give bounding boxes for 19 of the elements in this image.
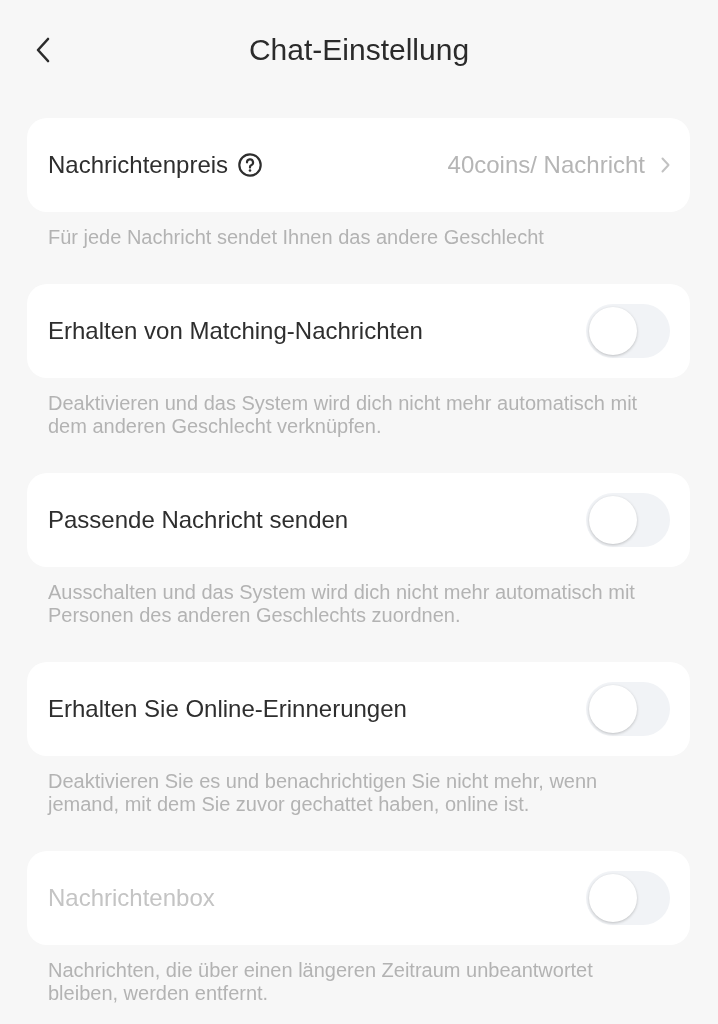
help-icon[interactable]: [238, 153, 263, 177]
setting-description: Deaktivieren Sie es und benachrichtigen Sie nicht mehr, wenn jemand, mit dem Sie zuvor gechattet haben, online ist.: [46, 768, 599, 817]
setting-label: Nachrichtenbox: [48, 883, 215, 912]
setting-value: 40coins/ Nachricht: [447, 151, 645, 179]
setting-description: Ausschalten und das System wird dich nicht mehr automatisch mit Personen des anderen Geschlechts zuordnen.: [47, 579, 636, 628]
chevron-right-icon: [661, 157, 670, 173]
setting-description: Für jede Nachricht sendet Ihnen das andere Geschlecht: [47, 225, 545, 250]
setting-description: Deaktivieren und das System wird dich nicht mehr automatisch mit dem anderen Geschlecht verknüpfen.: [47, 390, 639, 439]
settings-card[interactable]: Nachrichtenpreis 40coins/ Nachricht: [27, 118, 690, 212]
setting-label: Erhalten Sie Online-Erinnerungen: [48, 694, 407, 723]
setting-label: Passende Nachricht senden: [48, 505, 349, 534]
chevron-left-icon: [36, 37, 50, 63]
setting-description: Nachrichten, die über einen längeren Zeitraum unbeantwortet bleiben, werden entfernt.: [47, 957, 594, 1006]
setting-label: Erhalten von Matching-Nachrichten: [48, 316, 423, 345]
settings-card[interactable]: Erhalten von Matching-Nachrichten: [27, 283, 690, 378]
settings-card[interactable]: Erhalten Sie Online-Erinnerungen: [27, 661, 690, 756]
setting-label: Nachrichtenpreis: [48, 151, 229, 179]
settings-card[interactable]: Passende Nachricht senden: [27, 472, 690, 567]
page-title: Chat-Einstellung: [248, 33, 470, 67]
